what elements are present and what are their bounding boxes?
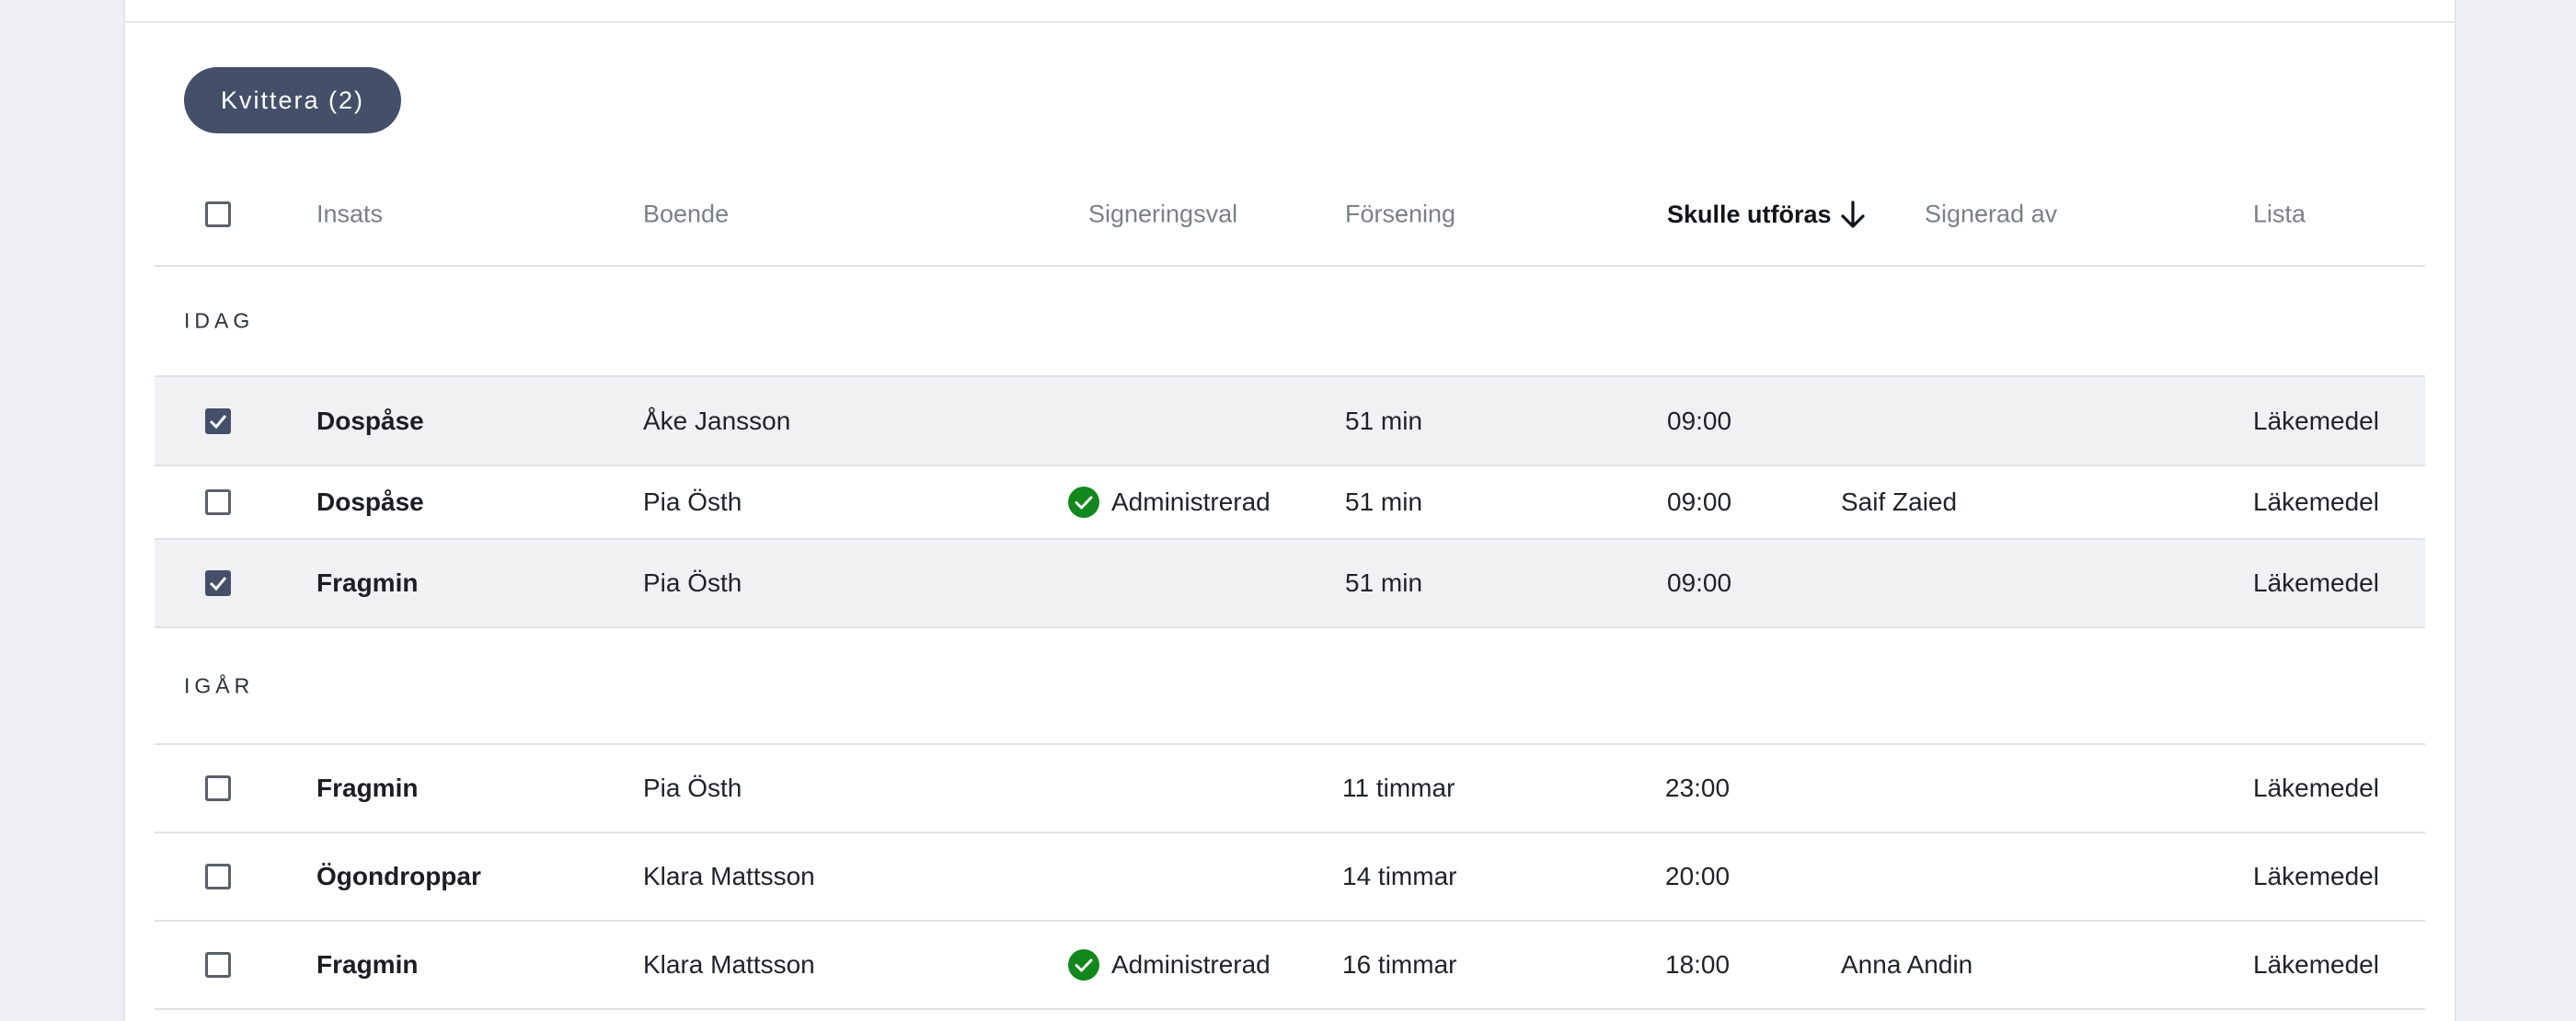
row-checkbox[interactable] [205,952,231,978]
cell-insats: Dospåse [316,406,424,435]
cell-forsening: 14 timmar [1342,862,1457,890]
cell-insats: Fragmin [316,568,419,597]
cell-skulle-utforas: 09:00 [1667,406,1732,435]
cell-skulle-utforas: 18:00 [1665,950,1731,979]
cell-skulle-utforas: 09:00 [1667,488,1732,516]
column-header-signeringsval[interactable]: Signeringsval [1088,201,1237,229]
cell-insats: Fragmin [316,774,419,802]
row-checkbox[interactable] [205,407,231,434]
cell-lista: Läkemedel [2253,406,2379,435]
cell-signeringsval: Administrerad [1067,948,1271,981]
cell-skulle-utforas: 09:00 [1667,568,1732,597]
group-label: IDAG [184,308,255,333]
cell-lista: Läkemedel [2253,862,2379,890]
row-checkbox[interactable] [205,864,231,889]
group-label: IGÅR [184,673,255,697]
column-header-forsening[interactable]: Försening [1345,201,1455,229]
signeringsval-label: Administrerad [1111,950,1271,979]
cell-forsening: 51 min [1345,406,1423,435]
column-header-lista[interactable]: Lista [2253,201,2306,229]
checkmark-icon [209,577,227,591]
kvittera-button[interactable]: Kvittera (2) [184,67,401,133]
group-header-igar: IGÅR [155,628,2425,745]
cell-forsening: 51 min [1345,568,1423,597]
divider [125,21,2455,23]
signing-table: Insats Boende Signeringsval Försening Sk… [155,164,2425,1010]
cell-forsening: 51 min [1345,488,1423,516]
cell-insats: Ögondroppar [316,862,481,890]
cell-signeringsval: Administrerad [1067,486,1271,519]
group-header-idag: IDAG [155,267,2425,377]
cell-forsening: 16 timmar [1342,950,1457,979]
row-checkbox[interactable] [205,489,231,515]
cell-boende: Klara Mattsson [643,862,815,890]
main-card: Kvittera (2) Insats Boende Signeringsval… [123,0,2456,1021]
cell-signerad-av: Anna Andin [1841,950,1973,979]
cell-insats: Fragmin [316,950,419,979]
column-header-label: Skulle utföras [1667,200,1832,228]
cell-lista: Läkemedel [2253,950,2379,979]
row-checkbox[interactable] [205,775,231,801]
cell-lista: Läkemedel [2253,774,2379,802]
cell-signerad-av: Saif Zaied [1841,488,1958,516]
table-row[interactable]: Fragmin Klara Mattsson Administrerad 16 … [155,922,2425,1010]
column-header-boende[interactable]: Boende [643,201,729,229]
checkmark-icon [209,414,227,429]
table-row[interactable]: Dospåse Pia Östh Administrerad 51 min 09… [155,466,2425,540]
column-header-signerad-av[interactable]: Signerad av [1925,201,2057,229]
cell-skulle-utforas: 20:00 [1665,862,1731,890]
signeringsval-label: Administrerad [1111,488,1271,516]
cell-lista: Läkemedel [2253,488,2379,516]
table-row[interactable]: Fragmin Pia Östh 11 timmar 23:00 Läkemed… [155,745,2425,833]
cell-insats: Dospåse [316,488,424,516]
select-all-checkbox[interactable] [205,201,231,227]
cell-boende: Åke Jansson [643,406,791,435]
table-row[interactable]: Dospåse Åke Jansson 51 min 09:00 Läkemed… [155,377,2425,466]
table-header: Insats Boende Signeringsval Försening Sk… [155,164,2425,267]
row-checkbox[interactable] [205,570,231,596]
cell-lista: Läkemedel [2253,568,2379,597]
cell-boende: Pia Östh [643,774,742,802]
check-circle-icon [1068,949,1099,981]
cell-forsening: 11 timmar [1342,774,1455,802]
table-row[interactable]: Ögondroppar Klara Mattsson 14 timmar 20:… [155,833,2425,922]
cell-skulle-utforas: 23:00 [1665,774,1731,802]
cell-boende: Klara Mattsson [643,950,815,979]
column-header-skulle-utforas[interactable]: Skulle utföras [1667,200,1867,229]
column-header-insats[interactable]: Insats [316,201,383,229]
check-circle-icon [1068,487,1099,518]
table-row[interactable]: Fragmin Pia Östh 51 min 09:00 Läkemedel [155,540,2425,628]
cell-boende: Pia Östh [643,488,742,516]
cell-boende: Pia Östh [643,568,742,597]
arrow-down-icon [1840,201,1865,228]
